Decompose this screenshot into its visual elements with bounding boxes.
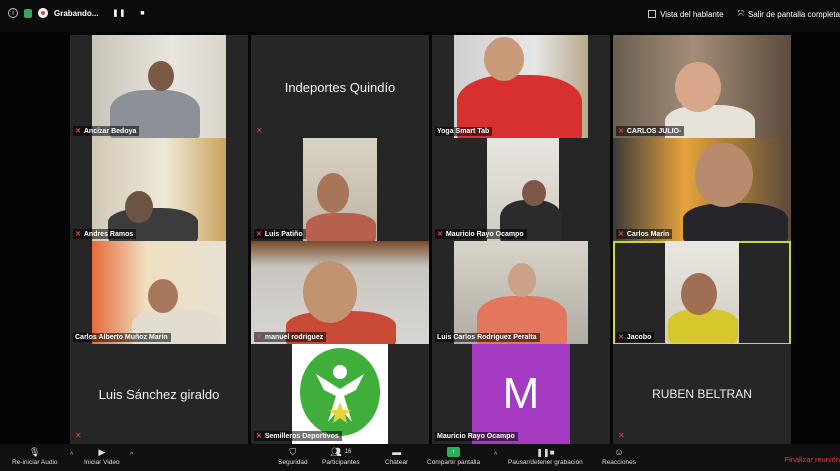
chat-button[interactable]: ▬ Chatear	[385, 447, 408, 466]
participant-tile[interactable]: ✕ CARLOS JULIO-	[613, 35, 791, 139]
muted-mic-icon: ✕	[256, 231, 262, 238]
participants-icon: 👥︎ 16	[330, 446, 352, 457]
video-off-icon: ▶︎	[98, 446, 106, 457]
audio-button[interactable]: 🎙︎ Re-iniciar Audio	[12, 446, 58, 467]
participant-tile[interactable]: ✕ manuel rodriguez	[251, 241, 429, 345]
muted-mic-icon: ✕	[75, 431, 82, 440]
end-meeting-button[interactable]: Finalizar reunión	[785, 455, 840, 464]
pause-recording-button[interactable]: ❚❚	[112, 9, 126, 17]
participant-tile[interactable]: ✕ Semilleros Deportivos	[251, 344, 429, 444]
participant-name-large: Luis Sánchez giraldo	[98, 386, 220, 402]
video-options-caret[interactable]: ^	[130, 452, 133, 459]
share-screen-icon: ↑	[447, 447, 461, 457]
participant-tile[interactable]: Luis Sánchez giraldo ✕	[70, 344, 248, 444]
participant-name-large: RUBEN BELTRAN	[652, 387, 752, 401]
participant-name: ✕ Carlos Marín	[616, 229, 673, 239]
muted-mic-icon: ✕	[256, 433, 262, 440]
participant-tile-active-speaker[interactable]: ✕ Jacobo	[613, 241, 791, 345]
participant-tile[interactable]: ✕ Mauricio Rayo Ocampo	[432, 138, 610, 242]
participant-name: ✕ Semilleros Deportivos	[254, 431, 342, 441]
participant-tile[interactable]: Yoga Smart Tab	[432, 35, 610, 139]
participant-name: ✕ Andres Ramos	[73, 229, 137, 239]
participant-name: ✕ Jacobo	[616, 332, 655, 342]
muted-mic-icon: ✕	[437, 231, 443, 238]
stop-recording-button[interactable]: ■	[140, 10, 145, 17]
info-icon[interactable]: i	[8, 8, 18, 18]
participant-tile[interactable]: ✕ Ancízar Bedoya	[70, 35, 248, 139]
muted-mic-icon: ✕	[618, 231, 624, 238]
share-screen-button[interactable]: ↑ Compartir pantalla	[427, 447, 480, 466]
recording-label: Grabando...	[54, 8, 99, 18]
participant-tile[interactable]: Carlos Alberto Muñoz Marín	[70, 241, 248, 345]
participant-tile[interactable]: ✕ Luis Patiño	[251, 138, 429, 242]
shield-icon: ⛉	[289, 446, 297, 457]
muted-mic-icon: ✕	[75, 128, 81, 135]
participant-tile[interactable]: RUBEN BELTRAN ✕	[613, 344, 791, 444]
participant-tile[interactable]: Luis Carlos Rodríguez Peralta	[432, 241, 610, 345]
pause-stop-icon: ❚❚■	[536, 447, 555, 457]
participants-count: 16	[344, 449, 352, 455]
muted-mic-icon: ✕	[256, 126, 263, 135]
lock-icon[interactable]	[24, 8, 32, 18]
recording-controls-button[interactable]: ❚❚■ Pausar/detener grabación	[508, 447, 583, 467]
participant-tile[interactable]: Indeportes Quindío ✕	[251, 35, 429, 139]
semilleros-logo	[300, 348, 380, 436]
security-button[interactable]: ⛉ Seguridad	[278, 446, 308, 467]
participant-name: ✕ Mauricio Rayo Ocampo	[435, 229, 527, 239]
participant-name: ✕ Luis Patiño	[254, 229, 306, 239]
participant-name: Carlos Alberto Muñoz Marín	[73, 333, 171, 342]
speaker-view-button[interactable]: Vista del hablante	[648, 9, 724, 19]
smiley-icon: ☺	[614, 447, 624, 457]
muted-microphone-icon: 🎙︎	[29, 446, 41, 457]
grid-icon	[648, 10, 657, 18]
exit-fullscreen-button[interactable]: ⤧ Salir de pantalla completa	[738, 9, 840, 19]
participant-tile[interactable]: ✕ Carlos Marín	[613, 138, 791, 242]
muted-mic-icon: ✕	[618, 128, 624, 135]
recording-icon	[38, 8, 48, 18]
participant-avatar: M	[472, 344, 570, 444]
participant-name-large: Indeportes Quindío	[284, 79, 396, 95]
participant-name: Mauricio Rayo Ocampo	[435, 432, 518, 441]
share-options-caret[interactable]: ^	[494, 452, 497, 459]
muted-mic-icon: ✕	[618, 431, 625, 440]
exit-fullscreen-icon: ⤧	[737, 9, 744, 18]
participant-tile[interactable]: ✕ Andres Ramos	[70, 138, 248, 242]
participant-name: ✕ Ancízar Bedoya	[73, 126, 140, 136]
participant-name: Yoga Smart Tab	[435, 127, 493, 136]
muted-mic-icon: ✕	[256, 334, 262, 341]
muted-mic-icon: ✕	[618, 334, 624, 341]
chat-icon: ▬	[392, 447, 402, 457]
video-button[interactable]: ▶︎ Iniciar Video	[84, 446, 120, 467]
meeting-controls-bar: 🎙︎ Re-iniciar Audio ^ ▶︎ Iniciar Video ^…	[0, 444, 840, 471]
participant-name: Luis Carlos Rodríguez Peralta	[435, 333, 540, 342]
top-toolbar: i Grabando... ❚❚ ■ Vista del hablante ⤧ …	[0, 0, 840, 32]
reactions-button[interactable]: ☺ Reacciones	[602, 447, 636, 466]
muted-mic-icon: ✕	[75, 231, 81, 238]
audio-options-caret[interactable]: ^	[70, 452, 73, 459]
participant-name: ✕ CARLOS JULIO-	[616, 126, 685, 136]
participants-button[interactable]: 👥︎ 16 Participantes	[322, 446, 360, 467]
participant-tile[interactable]: M Mauricio Rayo Ocampo	[432, 344, 610, 444]
participant-name: ✕ manuel rodriguez	[254, 332, 327, 342]
